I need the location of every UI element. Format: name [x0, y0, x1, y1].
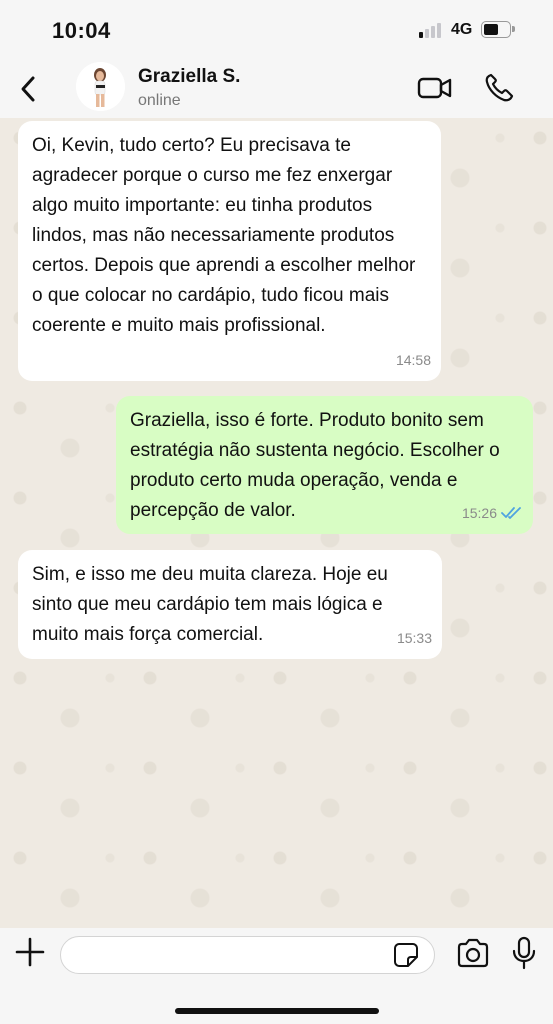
- phone-icon[interactable]: [483, 72, 515, 104]
- message-text: Sim, e isso me deu muita clareza. Hoje e…: [32, 564, 388, 645]
- signal-strength-icon: [419, 22, 443, 38]
- avatar-image: [76, 62, 125, 111]
- message-text: Graziella, isso é forte. Produto bonito …: [130, 410, 500, 521]
- status-bar: 10:04 4G: [0, 0, 553, 58]
- message-bubble-incoming[interactable]: Oi, Kevin, tudo certo? Eu precisava te a…: [18, 121, 441, 381]
- chat-area[interactable]: Oi, Kevin, tudo certo? Eu precisava te a…: [0, 118, 553, 928]
- contact-status: online: [138, 92, 181, 109]
- read-receipt-icon: [501, 507, 521, 519]
- avatar[interactable]: [76, 62, 125, 111]
- contact-name[interactable]: Graziella S.: [138, 66, 240, 88]
- home-indicator[interactable]: [175, 1008, 379, 1014]
- message-bubble-outgoing[interactable]: Graziella, isso é forte. Produto bonito …: [116, 396, 533, 534]
- plus-icon[interactable]: [14, 936, 46, 968]
- message-time: 15:33: [396, 630, 432, 646]
- message-input[interactable]: [60, 936, 435, 974]
- chat-header: Graziella S. online: [0, 58, 553, 118]
- message-time: 14:58: [395, 352, 431, 368]
- message-time: 15:26: [461, 505, 497, 521]
- battery-icon: [481, 21, 515, 38]
- chevron-left-icon[interactable]: [16, 74, 42, 104]
- camera-icon[interactable]: [456, 938, 490, 968]
- status-time: 10:04: [52, 18, 111, 43]
- video-call-icon[interactable]: [417, 74, 453, 102]
- message-input-bar: [0, 928, 553, 1024]
- sticker-icon[interactable]: [393, 942, 419, 968]
- microphone-icon[interactable]: [511, 936, 537, 970]
- message-text: Oi, Kevin, tudo certo? Eu precisava te a…: [32, 135, 416, 336]
- network-type: 4G: [451, 21, 473, 38]
- battery-level: [484, 24, 498, 35]
- message-bubble-incoming[interactable]: Sim, e isso me deu muita clareza. Hoje e…: [18, 550, 442, 659]
